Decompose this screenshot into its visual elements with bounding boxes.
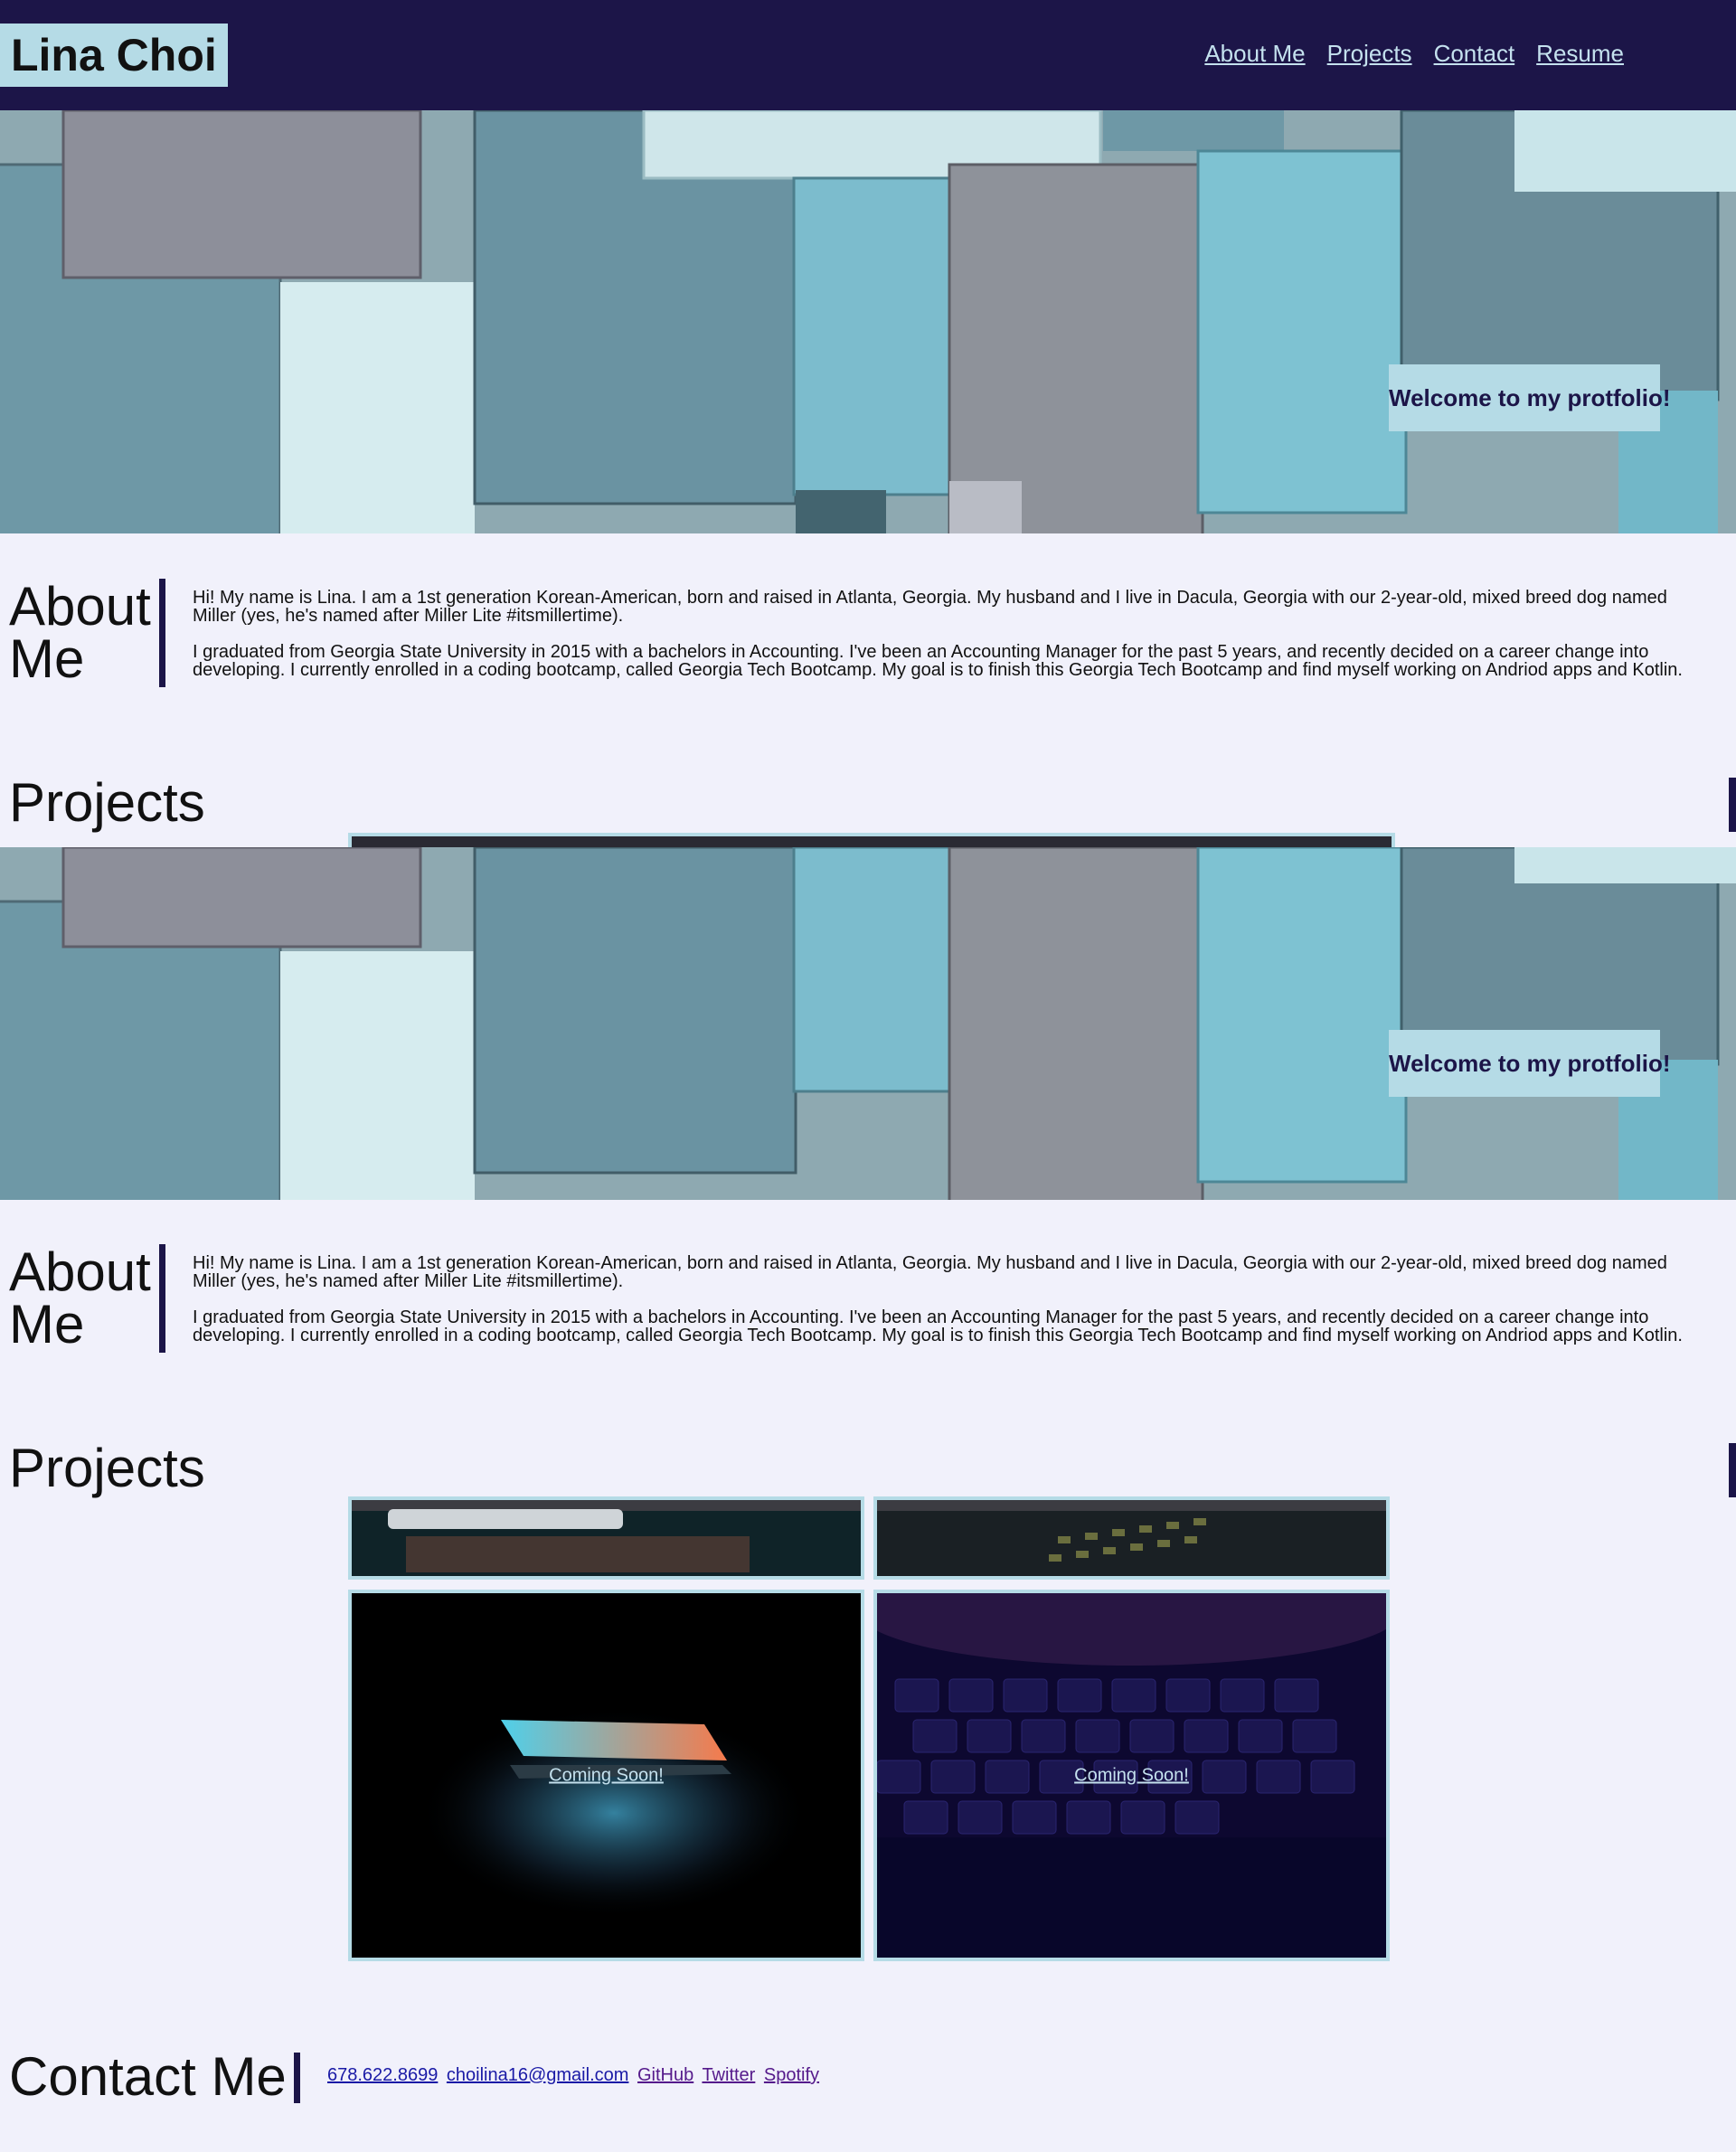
about-text: Hi! My name is Lina. I am a 1st generati… (193, 589, 1694, 697)
site-header: Lina Choi About Me Projects Contact Resu… (0, 0, 1736, 110)
contact-links: 678.622.8699 choilina16@gmail.com GitHub… (327, 2065, 823, 2086)
about-heading: About Me (9, 1241, 151, 1354)
project-tile-partial[interactable] (873, 1496, 1390, 1580)
about-heading-line1: About (9, 1241, 151, 1302)
project-tile-partial[interactable] (348, 1496, 864, 1580)
welcome-banner: Welcome to my protfolio! (1389, 364, 1671, 431)
main-nav: About Me Projects Contact Resume (1204, 40, 1624, 68)
spotify-link[interactable]: Spotify (764, 2065, 819, 2085)
about-paragraph: I graduated from Georgia State Universit… (193, 642, 1683, 680)
phone-link[interactable]: 678.622.8699 (327, 2065, 438, 2085)
brand-name: Lina Choi (0, 24, 228, 87)
about-heading: About Me (9, 576, 151, 689)
about-paragraph: Hi! My name is Lina. I am a 1st generati… (193, 1253, 1667, 1291)
twitter-link[interactable]: Twitter (702, 2065, 755, 2085)
wood-panels-image (0, 110, 1736, 533)
nav-resume-link[interactable]: Resume (1536, 40, 1624, 68)
project-tile[interactable]: Coming Soon! (873, 1590, 1390, 1961)
about-divider (159, 1244, 165, 1353)
about-paragraph: Hi! My name is Lina. I am a 1st generati… (193, 588, 1667, 626)
about-heading-line1: About (9, 576, 151, 637)
github-link[interactable]: GitHub (637, 2065, 693, 2085)
wood-panels-image (0, 847, 1736, 1200)
side-tab (1729, 778, 1736, 832)
welcome-banner: Welcome to my protfolio! (1389, 1030, 1671, 1097)
about-paragraph: I graduated from Georgia State Universit… (193, 1307, 1683, 1345)
projects-heading: Projects (9, 772, 205, 833)
about-divider (159, 579, 165, 687)
contact-divider (294, 2053, 300, 2103)
keyboard-image (877, 1500, 1386, 1576)
nav-projects-link[interactable]: Projects (1327, 40, 1412, 68)
about-text: Hi! My name is Lina. I am a 1st generati… (193, 1254, 1694, 1363)
coming-soon-link[interactable]: Coming Soon! (352, 1765, 861, 1786)
nav-contact-link[interactable]: Contact (1434, 40, 1515, 68)
hero-banner: Welcome to my protfolio! (0, 110, 1736, 533)
side-tab (1729, 1443, 1736, 1497)
projects-heading: Projects (9, 1438, 205, 1498)
about-heading-line2: Me (9, 628, 85, 689)
contact-heading: Contact Me (9, 2046, 287, 2107)
project-tile[interactable]: Coming Soon! (348, 1590, 864, 1961)
email-link[interactable]: choilina16@gmail.com (447, 2065, 629, 2085)
laptop-image (352, 1500, 861, 1576)
about-heading-line2: Me (9, 1294, 85, 1354)
nav-about-link[interactable]: About Me (1204, 40, 1305, 68)
coming-soon-link[interactable]: Coming Soon! (877, 1765, 1386, 1786)
hero-banner: Welcome to my protfolio! (0, 847, 1736, 1200)
